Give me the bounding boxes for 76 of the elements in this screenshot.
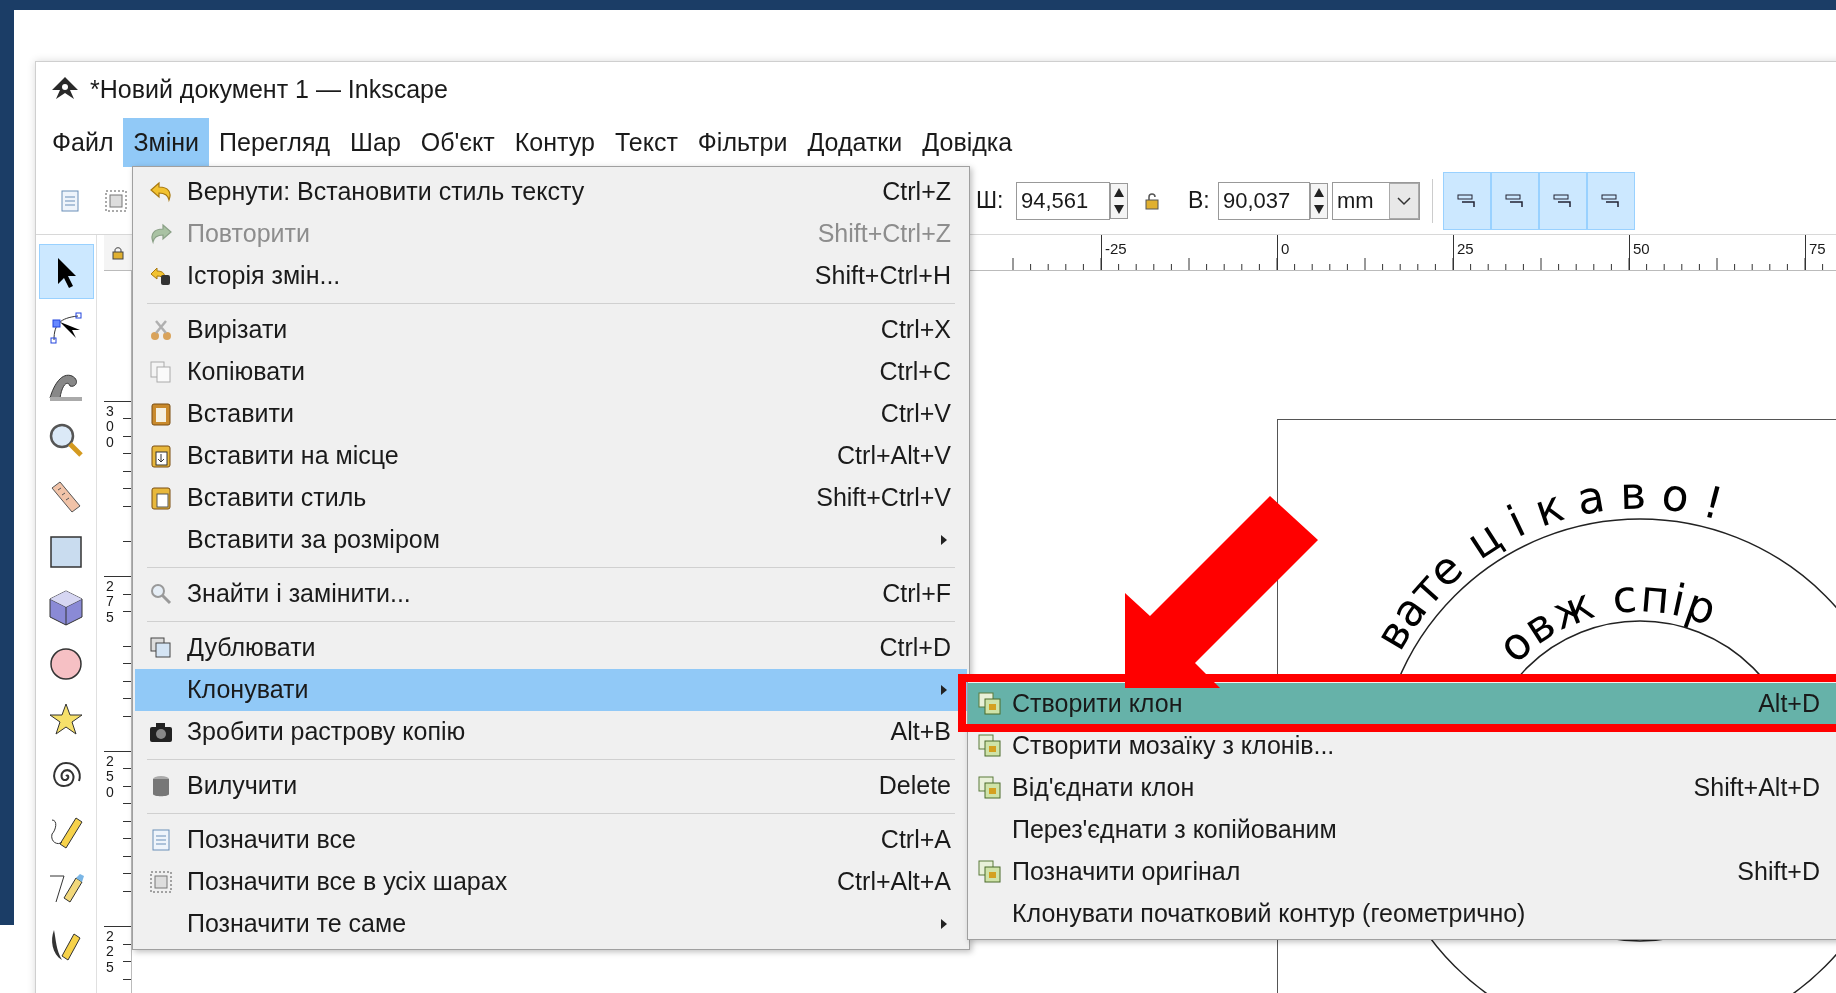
menu-item[interactable]: Клонувати початковий контур (геометрично) bbox=[968, 893, 1836, 935]
menu-item[interactable]: Вставити на місце Ctrl+Alt+V bbox=[135, 435, 967, 477]
menu-title[interactable]: Перегляд bbox=[209, 118, 341, 167]
field-label: В: bbox=[1188, 186, 1211, 216]
menu-title[interactable]: Контур bbox=[504, 118, 605, 167]
menu-item[interactable]: Позначити все в усіх шарах Ctrl+Alt+A bbox=[135, 861, 967, 903]
menu-item[interactable]: Історія змін... Shift+Ctrl+H bbox=[135, 255, 967, 297]
dotted-document-icon bbox=[103, 187, 129, 214]
menu-item[interactable]: Зробити растрову копію Alt+B bbox=[135, 711, 967, 753]
chevron-icon bbox=[1389, 182, 1419, 219]
menu-title[interactable]: Додатки bbox=[797, 118, 913, 167]
scale-icon bbox=[1600, 191, 1622, 210]
menu-title[interactable]: Фільтри bbox=[687, 118, 798, 167]
toggle-button[interactable] bbox=[1587, 171, 1635, 230]
menu-item[interactable]: Знайти і замінити... Ctrl+F bbox=[135, 573, 967, 615]
toggle-button[interactable] bbox=[1539, 171, 1587, 230]
ruler-label: 25 bbox=[1457, 240, 1474, 257]
lock-icon[interactable] bbox=[1144, 190, 1160, 211]
height-field[interactable]: 90,037 bbox=[1218, 181, 1310, 220]
lock-icon[interactable] bbox=[112, 245, 124, 260]
clone-icon bbox=[977, 691, 1003, 717]
tool-button[interactable] bbox=[38, 244, 94, 299]
ruler-label: -25 bbox=[1105, 240, 1127, 257]
menu-item[interactable]: Позначити те саме bbox=[135, 903, 967, 945]
caret-icon bbox=[939, 918, 949, 930]
menu-title[interactable]: Текст bbox=[604, 118, 688, 167]
width-field[interactable]: 94,561 bbox=[1016, 181, 1110, 220]
menu-item[interactable]: Вирізати Ctrl+X bbox=[135, 309, 967, 351]
squares-icon bbox=[148, 635, 174, 661]
clone-icon bbox=[977, 775, 1003, 801]
window-title: *Новий документ 1 — Inkscape bbox=[90, 74, 448, 106]
ruler-label: 50 bbox=[1633, 240, 1650, 257]
spinner-icon[interactable] bbox=[1110, 182, 1128, 219]
menu-item[interactable]: Створити клон Alt+D bbox=[968, 683, 1836, 725]
ruler-label: 0 bbox=[1281, 240, 1290, 257]
menu-item[interactable]: Вилучити Delete bbox=[135, 765, 967, 807]
scale-icon bbox=[1504, 191, 1526, 210]
menu-title[interactable]: Шар bbox=[340, 118, 411, 167]
menu-item[interactable]: Позначити все Ctrl+A bbox=[135, 819, 967, 861]
toggle-button[interactable] bbox=[1491, 171, 1539, 230]
ruler-label: 250 bbox=[106, 754, 115, 802]
menu-item[interactable]: Від'єднати клон Shift+Alt+D bbox=[968, 767, 1836, 809]
spinner-icon[interactable] bbox=[1310, 182, 1328, 219]
pages-icon bbox=[148, 359, 174, 385]
menu-item[interactable]: Позначити оригінал Shift+D bbox=[968, 851, 1836, 893]
menu-title[interactable]: Файл bbox=[42, 118, 124, 167]
field-label: Ш: bbox=[976, 186, 1005, 216]
menu-item[interactable]: Вставити за розміром bbox=[135, 519, 967, 561]
scale-icon bbox=[1456, 191, 1478, 210]
curved-text: овж спір bbox=[1488, 570, 1723, 673]
clipboard-icon bbox=[148, 485, 174, 511]
menu-item[interactable]: Вставити стиль Shift+Ctrl+V bbox=[135, 477, 967, 519]
clone-icon bbox=[977, 733, 1003, 759]
clipboard-icon bbox=[148, 443, 174, 469]
ruler-label: 75 bbox=[1809, 240, 1826, 257]
toggle-button[interactable] bbox=[1443, 171, 1491, 230]
caret-icon bbox=[939, 534, 949, 546]
menu-title[interactable]: Об'єкт bbox=[410, 118, 505, 167]
unit-select[interactable]: mm bbox=[1332, 181, 1420, 220]
ruler-label: 225 bbox=[106, 929, 115, 977]
clipboard-icon bbox=[148, 401, 174, 427]
menu-item[interactable]: Дублювати Ctrl+D bbox=[135, 627, 967, 669]
ruler-label: 300 bbox=[106, 404, 115, 452]
magnifier-icon bbox=[148, 581, 174, 607]
ruler-label: 275 bbox=[106, 579, 115, 627]
caret-icon bbox=[939, 684, 949, 696]
menu-item[interactable]: Копіювати Ctrl+C bbox=[135, 351, 967, 393]
menu-item[interactable]: Вставити Ctrl+V bbox=[135, 393, 967, 435]
scale-icon bbox=[1552, 191, 1574, 210]
menu-title[interactable]: Довідка bbox=[912, 118, 1023, 167]
menu-title[interactable]: Зміни bbox=[123, 118, 210, 167]
dotted-document-icon bbox=[148, 869, 174, 895]
menu-item[interactable]: Перез'єднати з копійованим bbox=[968, 809, 1836, 851]
menu-item[interactable]: Клонувати bbox=[135, 669, 967, 711]
menu-item[interactable]: Вернути: Встановити стиль тексту Ctrl+Z bbox=[135, 171, 967, 213]
clone-icon bbox=[977, 859, 1003, 885]
